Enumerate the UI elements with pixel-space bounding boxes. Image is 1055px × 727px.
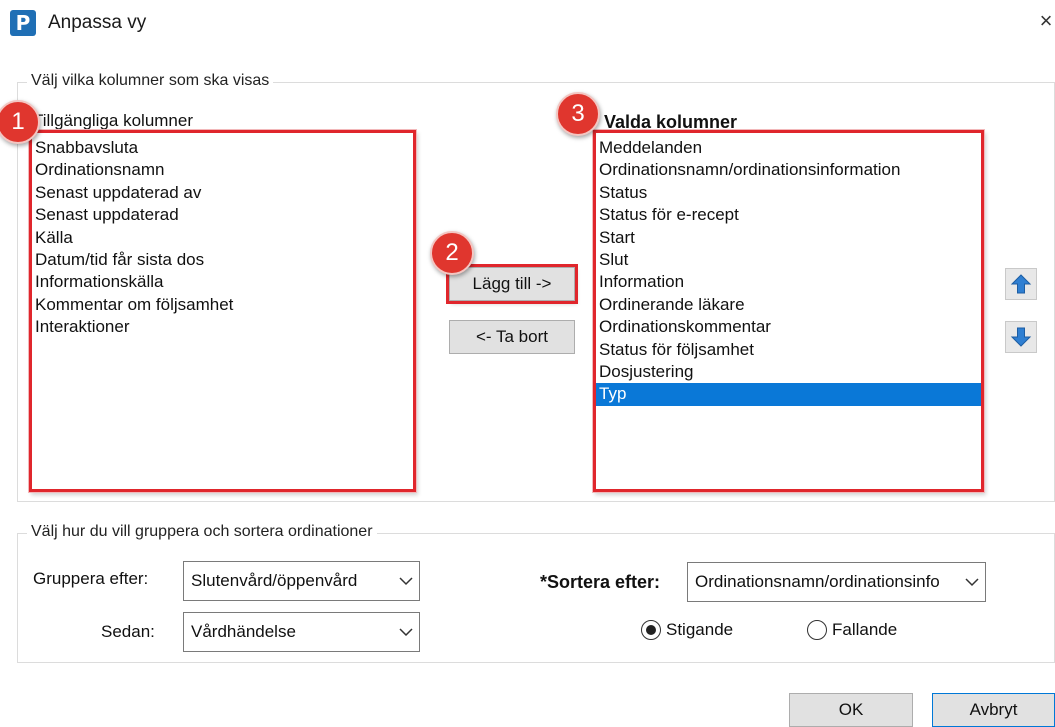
- close-button[interactable]: ×: [1036, 8, 1055, 34]
- selected-column-item[interactable]: Start: [596, 227, 981, 249]
- sort-descending-radio[interactable]: Fallande: [807, 620, 897, 640]
- selected-column-item[interactable]: Ordinationskommentar: [596, 316, 981, 338]
- available-column-item[interactable]: Informationskälla: [32, 271, 413, 293]
- available-column-item[interactable]: Källa: [32, 227, 413, 249]
- selected-column-item[interactable]: Status för följsamhet: [596, 339, 981, 361]
- group-by-value: Slutenvård/öppenvård: [191, 571, 358, 590]
- selected-column-item[interactable]: Ordinerande läkare: [596, 294, 981, 316]
- selected-column-item[interactable]: Dosjustering: [596, 361, 981, 383]
- columns-group-legend: Välj vilka kolumner som ska visas: [27, 72, 274, 90]
- chevron-down-icon: [959, 577, 985, 587]
- sort-ascending-radio[interactable]: Stigande: [641, 620, 733, 640]
- chevron-down-icon: [393, 627, 419, 637]
- remove-column-button[interactable]: <- Ta bort: [449, 320, 575, 354]
- app-icon: P: [10, 10, 36, 36]
- then-label: Sedan:: [101, 622, 155, 641]
- available-column-item[interactable]: Senast uppdaterad av: [32, 182, 413, 204]
- sort-ascending-label: Stigande: [666, 620, 734, 639]
- selected-columns-list[interactable]: Meddelanden Ordinationsnamn/ordinationsin…: [593, 130, 984, 492]
- available-column-item[interactable]: Datum/tid får sista dos: [32, 249, 413, 271]
- then-by-value: Vårdhändelse: [191, 622, 296, 641]
- then-by-select[interactable]: Vårdhändelse: [183, 612, 420, 652]
- add-column-button[interactable]: Lägg till ->: [446, 264, 578, 304]
- arrow-up-icon: [1010, 274, 1032, 294]
- selected-column-item[interactable]: Ordinationsnamn/ordinationsinformation: [596, 159, 981, 181]
- step-badge-3: 3: [556, 92, 600, 136]
- group-by-select[interactable]: Slutenvård/öppenvård: [183, 561, 420, 601]
- group-by-label: Gruppera efter:: [33, 569, 149, 588]
- available-columns-label: Tillgängliga kolumner: [33, 111, 194, 130]
- arrow-down-icon: [1010, 327, 1032, 347]
- step-badge-2: 2: [430, 231, 474, 275]
- available-column-item[interactable]: Ordinationsnamn: [32, 159, 413, 181]
- sort-by-value: Ordinationsnamn/ordinationsinfo: [695, 572, 940, 591]
- available-columns-list[interactable]: Snabbavsluta Ordinationsnamn Senast uppdat…: [29, 130, 416, 492]
- available-column-item[interactable]: Senast uppdaterad: [32, 204, 413, 226]
- window-title: Anpassa vy: [48, 12, 147, 33]
- selected-column-item[interactable]: Information: [596, 271, 981, 293]
- move-up-button[interactable]: [1005, 268, 1037, 300]
- move-down-button[interactable]: [1005, 321, 1037, 353]
- grouping-group-legend: Välj hur du vill gruppera och sortera or…: [27, 523, 377, 541]
- radio-unchecked-icon: [807, 620, 827, 640]
- available-column-item[interactable]: Interaktioner: [32, 316, 413, 338]
- sort-by-select[interactable]: Ordinationsnamn/ordinationsinfo: [687, 562, 986, 602]
- selected-column-item[interactable]: Status för e-recept: [596, 204, 981, 226]
- sort-by-label: *Sortera efter:: [540, 572, 661, 592]
- radio-checked-icon: [641, 620, 661, 640]
- close-icon: ×: [1039, 8, 1053, 33]
- ok-button[interactable]: OK: [789, 693, 913, 727]
- cancel-button[interactable]: Avbryt: [932, 693, 1055, 727]
- selected-column-item[interactable]: Slut: [596, 249, 981, 271]
- sort-descending-label: Fallande: [832, 620, 898, 639]
- selected-column-item[interactable]: Status: [596, 182, 981, 204]
- selected-column-item[interactable]: Meddelanden: [596, 137, 981, 159]
- chevron-down-icon: [393, 576, 419, 586]
- available-column-item[interactable]: Snabbavsluta: [32, 137, 413, 159]
- selected-column-item[interactable]: Typ: [596, 383, 981, 406]
- available-column-item[interactable]: Kommentar om följsamhet: [32, 294, 413, 316]
